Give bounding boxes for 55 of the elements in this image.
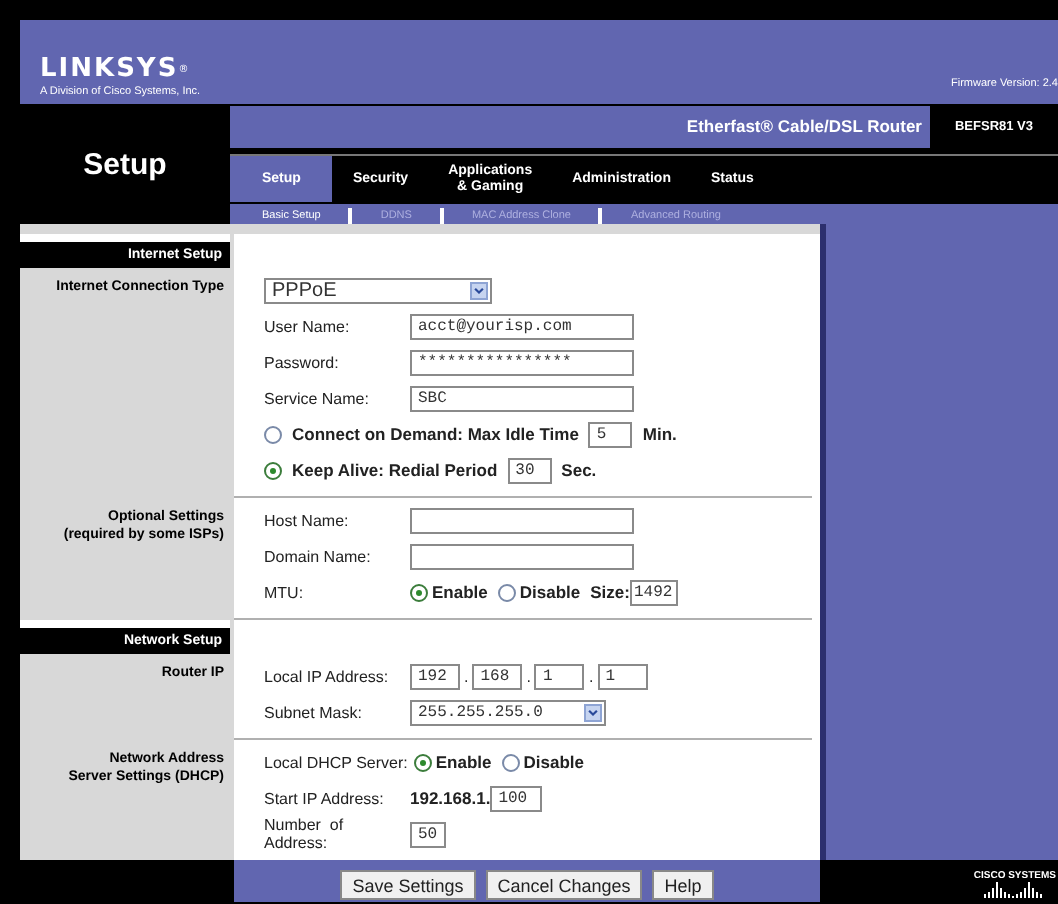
caret-icon xyxy=(584,703,602,721)
input-field[interactable]: 100 xyxy=(490,785,543,811)
field-label: Local DHCP Server: xyxy=(264,753,408,771)
input-field[interactable]: acct@yourisp.com xyxy=(410,313,634,339)
field-label: MTU: xyxy=(264,583,306,601)
input-field[interactable]: 1492 xyxy=(629,579,678,605)
field-label: Domain Name: xyxy=(264,547,373,565)
dropdown[interactable]: 255.255.255.0 xyxy=(410,699,606,725)
input-field[interactable]: 30 xyxy=(507,457,552,483)
input-field[interactable]: 192 xyxy=(410,663,460,689)
option-label: Connect on Demand: Max Idle Time xyxy=(292,424,579,444)
input-field[interactable] xyxy=(410,543,634,569)
form-button[interactable]: Help xyxy=(652,870,714,900)
option-label: Enable xyxy=(432,582,488,602)
form-button[interactable]: Cancel Changes xyxy=(485,870,643,900)
radio-button[interactable] xyxy=(410,583,428,601)
input-field[interactable]: **************** xyxy=(410,349,634,375)
bars-icon xyxy=(984,882,1045,898)
page-title: Setup xyxy=(81,146,169,186)
field-label: User Name: xyxy=(264,317,352,335)
form-button[interactable]: Save Settings xyxy=(340,870,476,900)
input-field[interactable]: 1 xyxy=(597,663,648,689)
field-label: Start IP Address: xyxy=(264,789,386,807)
field-label: Host Name: xyxy=(264,511,351,529)
field-label: Service Name: xyxy=(264,389,371,407)
input-field[interactable]: 168 xyxy=(472,663,523,689)
input-field[interactable]: 5 xyxy=(588,421,633,447)
input-field[interactable]: 1 xyxy=(534,663,585,689)
input-field[interactable] xyxy=(410,507,634,533)
input-field[interactable]: SBC xyxy=(410,385,634,411)
option-label: Keep Alive: Redial Period xyxy=(292,460,498,480)
radio-button[interactable] xyxy=(497,583,516,601)
unit-label: Min. xyxy=(642,424,677,444)
field-label: Number of Address: xyxy=(264,816,346,852)
separator-dot: . xyxy=(588,667,594,685)
option-label: Enable xyxy=(435,752,492,772)
option-label: Disable xyxy=(519,582,581,602)
input-field[interactable]: 50 xyxy=(410,821,446,847)
caret-icon xyxy=(470,281,488,299)
separator-dot: . xyxy=(526,667,531,685)
size-label: Size: xyxy=(590,582,630,602)
option-label: Disable xyxy=(523,752,585,772)
radio-button[interactable] xyxy=(264,461,282,479)
unit-label: Sec. xyxy=(561,460,597,480)
radio-button[interactable] xyxy=(501,753,520,771)
dropdown[interactable]: PPPoE xyxy=(264,277,492,303)
field-label: Local IP Address: xyxy=(264,667,391,685)
ip-prefix: 192.168.1. xyxy=(410,788,491,808)
product-name: Etherfast® Cable/DSL Router xyxy=(230,106,930,148)
field-label: Subnet Mask: xyxy=(264,703,364,721)
radio-button[interactable] xyxy=(264,425,282,443)
logo: LINKSYS$^{®}$ xyxy=(40,56,193,84)
separator-dot: . xyxy=(464,667,469,685)
radio-button[interactable] xyxy=(413,753,432,771)
field-label: Password: xyxy=(264,353,341,371)
